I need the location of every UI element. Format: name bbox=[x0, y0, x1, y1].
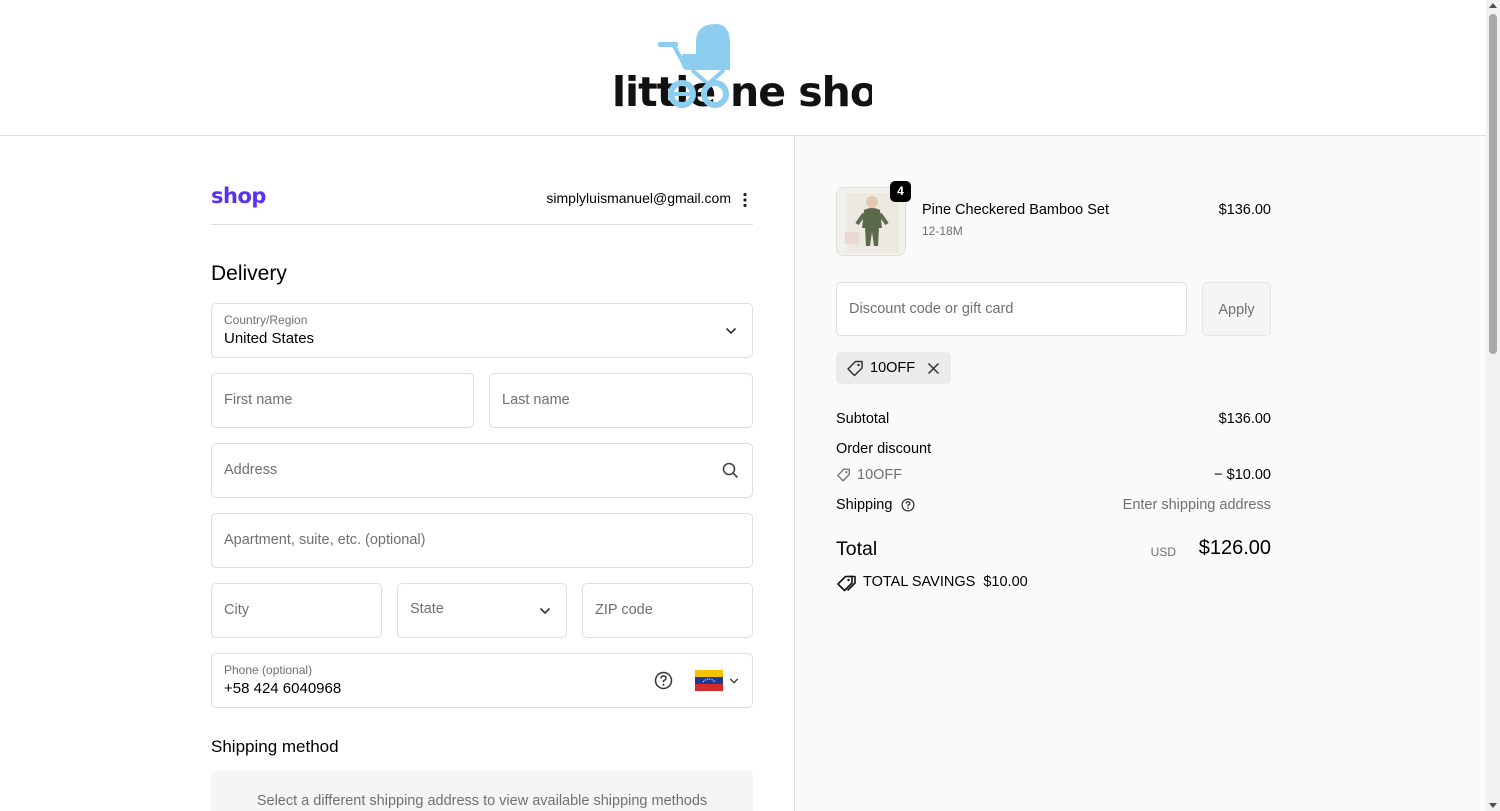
venezuela-flag-icon[interactable] bbox=[695, 670, 723, 691]
discount-code-input[interactable]: Discount code or gift card bbox=[836, 282, 1187, 336]
order-summary-panel: 4 Pine Checkered Bamboo Set 12-18M $136.… bbox=[795, 136, 1486, 811]
state-placeholder: State bbox=[410, 601, 444, 617]
shipping-method-notice: Select a different shipping address to v… bbox=[211, 771, 753, 811]
svg-text:ne shop: ne shop bbox=[730, 68, 872, 114]
total-savings-label: TOTAL SAVINGS bbox=[863, 574, 976, 590]
zip-placeholder: ZIP code bbox=[595, 602, 653, 618]
checkout-form-panel: shop simplyluismanuel@gmail.com Delivery… bbox=[0, 136, 795, 811]
applied-code-text: 10OFF bbox=[870, 360, 916, 376]
first-name-placeholder: First name bbox=[224, 392, 293, 408]
account-email: simplyluismanuel@gmail.com bbox=[546, 190, 731, 206]
total-savings-text: TOTAL SAVINGS $10.00 bbox=[863, 574, 1028, 590]
zip-code-field[interactable]: ZIP code bbox=[582, 583, 753, 638]
scrollbar-thumb[interactable] bbox=[1489, 14, 1497, 354]
chevron-down-icon[interactable] bbox=[729, 677, 739, 685]
svg-text:little: little bbox=[612, 68, 715, 114]
city-placeholder: City bbox=[224, 602, 249, 618]
address-placeholder: Address bbox=[224, 462, 278, 478]
search-icon[interactable] bbox=[722, 462, 739, 479]
chevron-down-icon bbox=[539, 607, 551, 615]
phone-value: +58 424 6040968 bbox=[224, 680, 342, 697]
city-field[interactable]: City bbox=[211, 583, 382, 638]
total-label: Total bbox=[836, 538, 878, 560]
little-one-shop-logo[interactable]: little ne shop bbox=[612, 22, 872, 114]
applied-discount-tag: 10OFF bbox=[836, 352, 951, 384]
shipping-label: Shipping bbox=[836, 497, 893, 513]
scroll-down-arrow-icon[interactable] bbox=[1489, 803, 1497, 808]
total-currency: USD bbox=[1150, 545, 1176, 559]
state-select[interactable]: State bbox=[397, 583, 567, 638]
divider bbox=[211, 224, 753, 225]
shipping-method-heading: Shipping method bbox=[211, 737, 339, 756]
last-name-field[interactable]: Last name bbox=[489, 373, 753, 428]
discount-placeholder: Discount code or gift card bbox=[849, 301, 1014, 317]
subtotal-value: $136.00 bbox=[1218, 411, 1271, 427]
product-price: $136.00 bbox=[1218, 202, 1271, 218]
store-header: little ne shop bbox=[0, 0, 1486, 136]
apartment-placeholder: Apartment, suite, etc. (optional) bbox=[224, 532, 426, 548]
shipping-method-message: Select a different shipping address to v… bbox=[256, 793, 708, 809]
order-discount-label: Order discount bbox=[836, 441, 932, 457]
scroll-up-arrow-icon[interactable] bbox=[1489, 3, 1497, 8]
country-label: Country/Region bbox=[224, 313, 308, 327]
quantity-badge: 4 bbox=[890, 181, 911, 202]
help-circle-icon[interactable] bbox=[901, 498, 915, 512]
product-variant: 12-18M bbox=[922, 224, 963, 238]
savings-tag-icon bbox=[837, 575, 856, 592]
country-value: United States bbox=[224, 330, 315, 347]
shop-pay-brand[interactable]: shop bbox=[211, 184, 266, 208]
tag-icon bbox=[837, 468, 850, 482]
shipping-value: Enter shipping address bbox=[1122, 497, 1271, 513]
chevron-down-icon bbox=[725, 327, 737, 335]
product-name: Pine Checkered Bamboo Set bbox=[922, 202, 1109, 218]
phone-field[interactable]: Phone (optional) +58 424 6040968 bbox=[211, 653, 753, 708]
country-region-select[interactable]: Country/Region United States bbox=[211, 303, 753, 358]
discount-value: − $10.00 bbox=[1214, 467, 1271, 483]
total-value: $126.00 bbox=[1198, 537, 1271, 559]
help-circle-icon[interactable] bbox=[654, 671, 673, 690]
close-icon[interactable] bbox=[927, 362, 940, 375]
address-field[interactable]: Address bbox=[211, 443, 753, 498]
page-scrollbar[interactable] bbox=[1486, 0, 1500, 811]
tag-icon bbox=[847, 360, 863, 377]
phone-label: Phone (optional) bbox=[224, 663, 313, 677]
apply-discount-button[interactable]: Apply bbox=[1202, 282, 1271, 336]
subtotal-label: Subtotal bbox=[836, 411, 890, 427]
more-options-icon[interactable] bbox=[742, 192, 748, 208]
last-name-placeholder: Last name bbox=[502, 392, 570, 408]
apartment-field[interactable]: Apartment, suite, etc. (optional) bbox=[211, 513, 753, 568]
total-savings-value: $10.00 bbox=[983, 574, 1028, 590]
discount-code-label: 10OFF bbox=[857, 467, 903, 483]
delivery-heading: Delivery bbox=[211, 262, 287, 285]
first-name-field[interactable]: First name bbox=[211, 373, 474, 428]
